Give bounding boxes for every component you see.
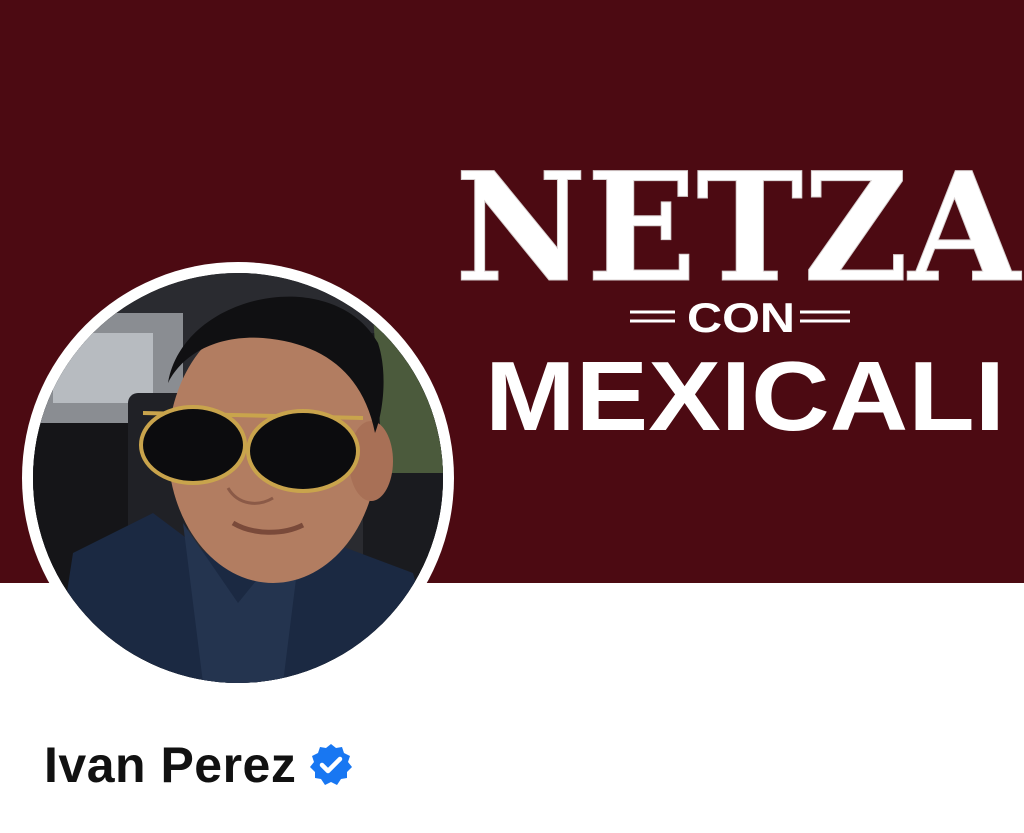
profile-header: NETZA CON MEXICALI Ivan Perez [0,0,1024,833]
avatar-photo [33,273,443,683]
profile-avatar[interactable] [33,273,443,683]
cover-line-netza: NETZA [455,140,1022,316]
cover-line-mexicali: MEXICALI [485,341,1005,451]
profile-name-row: Ivan Perez [44,730,354,800]
profile-name[interactable]: Ivan Perez [44,740,296,790]
cover-line-con: CON [687,294,795,341]
verified-badge-icon [308,742,354,788]
cover-slogan: NETZA CON MEXICALI [455,140,1023,452]
